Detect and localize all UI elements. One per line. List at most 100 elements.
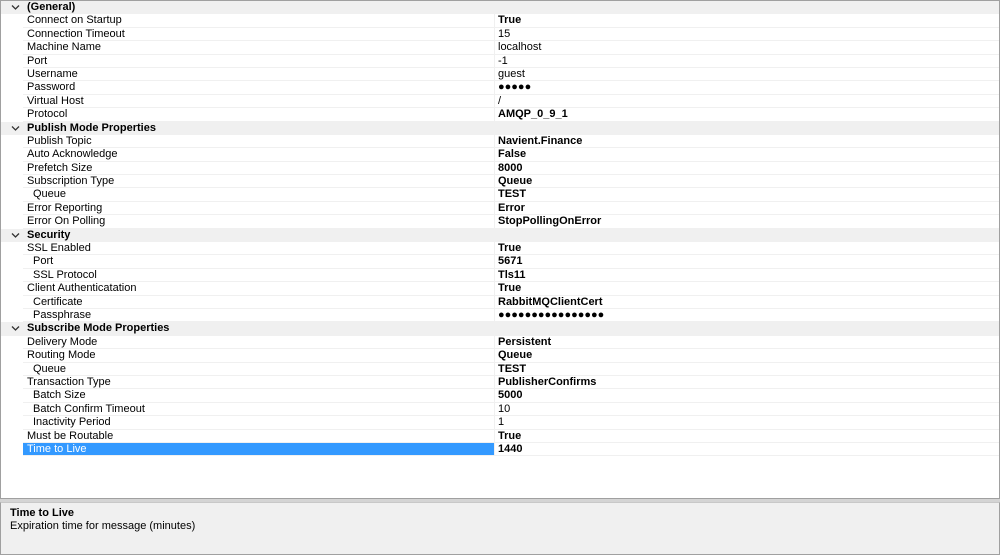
property-name[interactable]: Prefetch Size xyxy=(23,162,494,176)
property-row[interactable]: SSL Protocol Tls11 xyxy=(1,268,999,283)
property-value[interactable]: False xyxy=(494,148,999,162)
chevron-down-icon[interactable] xyxy=(10,322,20,335)
property-name[interactable]: Virtual Host xyxy=(23,95,494,109)
property-name[interactable]: Connect on Startup xyxy=(23,14,494,28)
property-name[interactable]: SSL Enabled xyxy=(23,242,494,256)
property-row[interactable]: Batch Size 5000 xyxy=(1,389,999,403)
property-row[interactable]: Prefetch Size 8000 xyxy=(1,161,999,176)
property-row[interactable]: Transaction Type PublisherConfirms xyxy=(1,375,999,390)
property-row[interactable]: Port 5671 xyxy=(1,255,999,269)
property-name[interactable]: Queue xyxy=(23,363,494,376)
property-value[interactable]: True xyxy=(494,282,999,296)
property-value[interactable]: Tls11 xyxy=(494,268,999,283)
property-value[interactable]: Persistent xyxy=(494,335,999,350)
property-value[interactable]: PublisherConfirms xyxy=(494,375,999,390)
property-value[interactable]: True xyxy=(494,429,999,443)
property-value[interactable]: Queue xyxy=(494,349,999,363)
property-name[interactable]: Port xyxy=(23,255,494,269)
property-value[interactable]: TEST xyxy=(494,188,999,202)
property-row[interactable]: Auto Acknowledge False xyxy=(1,148,999,162)
property-name[interactable]: Client Authenticatation xyxy=(23,282,494,296)
property-row[interactable]: Connection Timeout 15 xyxy=(1,27,999,42)
property-name[interactable]: Transaction Type xyxy=(23,376,494,390)
property-name[interactable]: Subscription Type xyxy=(23,175,494,189)
property-name[interactable]: Password xyxy=(23,81,494,95)
property-value[interactable]: ●●●●●●●●●●●●●●●● xyxy=(494,308,999,323)
property-value[interactable]: 1 xyxy=(494,416,999,430)
property-row[interactable]: Delivery Mode Persistent xyxy=(1,335,999,350)
property-row[interactable]: Certificate RabbitMQClientCert xyxy=(1,295,999,309)
property-value[interactable]: 1440 xyxy=(494,442,999,457)
property-name[interactable]: Routing Mode xyxy=(23,349,494,363)
property-name[interactable]: Connection Timeout xyxy=(23,28,494,42)
property-value[interactable]: guest xyxy=(494,67,999,82)
property-name[interactable]: Error Reporting xyxy=(23,202,494,216)
chevron-down-icon[interactable] xyxy=(10,122,20,135)
property-name[interactable]: Username xyxy=(23,68,494,82)
property-name[interactable]: Machine Name xyxy=(23,41,494,55)
property-value[interactable]: Error xyxy=(494,201,999,216)
property-row[interactable]: Must be Routable True xyxy=(1,429,999,443)
property-name[interactable]: Batch Confirm Timeout xyxy=(23,403,494,417)
property-value[interactable]: 5671 xyxy=(494,255,999,269)
property-value[interactable]: ●●●●● xyxy=(494,81,999,95)
property-row[interactable]: Queue TEST xyxy=(1,362,999,376)
property-name[interactable]: Port xyxy=(23,55,494,68)
property-row[interactable]: Password ●●●●● xyxy=(1,81,999,95)
property-value[interactable]: 5000 xyxy=(494,389,999,403)
property-row[interactable]: Protocol AMQP_0_9_1 xyxy=(1,108,999,122)
property-row[interactable]: Machine Name localhost xyxy=(1,41,999,55)
property-value[interactable]: TEST xyxy=(494,362,999,376)
property-value[interactable]: RabbitMQClientCert xyxy=(494,295,999,309)
category-header[interactable]: Publish Mode Properties xyxy=(1,121,999,135)
property-row[interactable]: Publish Topic Navient.Finance xyxy=(1,134,999,149)
property-value[interactable]: -1 xyxy=(494,54,999,68)
help-title: Time to Live xyxy=(10,507,74,519)
property-value[interactable]: 8000 xyxy=(494,161,999,176)
property-name[interactable]: SSL Protocol xyxy=(23,269,494,283)
property-name[interactable]: Certificate xyxy=(23,296,494,309)
property-name[interactable]: Auto Acknowledge xyxy=(23,148,494,162)
property-name[interactable]: Inactivity Period xyxy=(23,416,494,430)
property-row[interactable]: Error On Polling StopPollingOnError xyxy=(1,215,999,229)
property-name[interactable]: Delivery Mode xyxy=(23,336,494,350)
property-row[interactable]: Error Reporting Error xyxy=(1,201,999,216)
property-row[interactable]: Time to Live 1440 xyxy=(1,442,999,457)
property-name[interactable]: Time to Live xyxy=(23,442,494,457)
property-value[interactable]: AMQP_0_9_1 xyxy=(494,108,999,122)
property-value[interactable]: True xyxy=(494,242,999,256)
property-name[interactable]: Passphrase xyxy=(23,309,494,323)
property-value[interactable]: True xyxy=(494,14,999,28)
property-value[interactable]: StopPollingOnError xyxy=(494,215,999,229)
property-row[interactable]: Passphrase ●●●●●●●●●●●●●●●● xyxy=(1,308,999,323)
property-value[interactable]: 10 xyxy=(494,402,999,417)
category-header[interactable]: (General) xyxy=(1,1,999,15)
help-panel: Time to Live Expiration time for message… xyxy=(0,502,1000,555)
property-name[interactable]: Must be Routable xyxy=(23,430,494,443)
chevron-down-icon[interactable] xyxy=(10,1,20,14)
property-name[interactable]: Protocol xyxy=(23,108,494,122)
property-name[interactable]: Error On Polling xyxy=(23,215,494,229)
property-row[interactable]: SSL Enabled True xyxy=(1,242,999,256)
category-header[interactable]: Subscribe Mode Properties xyxy=(1,322,999,336)
property-row[interactable]: Port -1 xyxy=(1,54,999,68)
property-row[interactable]: Batch Confirm Timeout 10 xyxy=(1,402,999,417)
property-row[interactable]: Connect on Startup True xyxy=(1,14,999,28)
property-value[interactable]: 15 xyxy=(494,27,999,42)
chevron-down-icon[interactable] xyxy=(10,229,20,242)
property-name[interactable]: Publish Topic xyxy=(23,135,494,149)
property-row[interactable]: Virtual Host / xyxy=(1,94,999,109)
category-header[interactable]: Security xyxy=(1,228,999,243)
property-row[interactable]: Inactivity Period 1 xyxy=(1,416,999,430)
property-value[interactable]: / xyxy=(494,94,999,109)
property-name[interactable]: Batch Size xyxy=(23,389,494,403)
property-value[interactable]: localhost xyxy=(494,41,999,55)
property-value[interactable]: Navient.Finance xyxy=(494,134,999,149)
property-row[interactable]: Queue TEST xyxy=(1,188,999,202)
property-row[interactable]: Client Authenticatation True xyxy=(1,282,999,296)
property-value[interactable]: Queue xyxy=(494,175,999,189)
property-name[interactable]: Queue xyxy=(23,188,494,202)
property-row[interactable]: Subscription Type Queue xyxy=(1,175,999,189)
property-row[interactable]: Username guest xyxy=(1,67,999,82)
property-row[interactable]: Routing Mode Queue xyxy=(1,349,999,363)
